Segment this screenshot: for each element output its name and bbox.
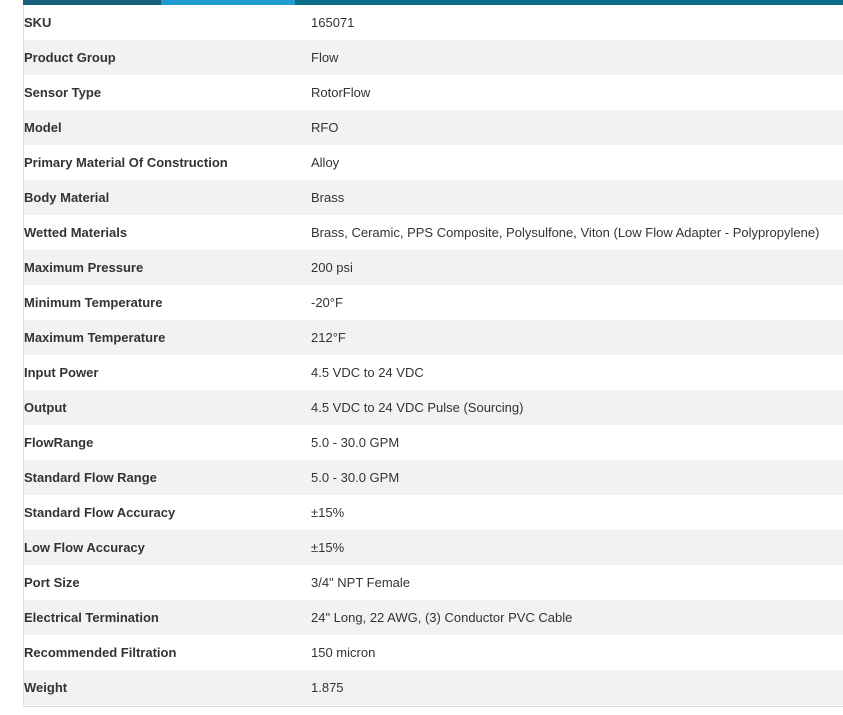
spec-row-output: Output 4.5 VDC to 24 VDC Pulse (Sourcing… bbox=[24, 390, 843, 425]
spec-row-input-power: Input Power 4.5 VDC to 24 VDC bbox=[24, 355, 843, 390]
spec-row-maximum-pressure: Maximum Pressure 200 psi bbox=[24, 250, 843, 285]
spec-row-standard-flow-range: Standard Flow Range 5.0 - 30.0 GPM bbox=[24, 460, 843, 495]
spec-row-minimum-temperature: Minimum Temperature -20°F bbox=[24, 285, 843, 320]
specifications-panel: SKU 165071 Product Group Flow Sensor Typ… bbox=[23, 5, 843, 705]
spec-label: Input Power bbox=[24, 355, 311, 390]
spec-row-wetted-materials: Wetted Materials Brass, Ceramic, PPS Com… bbox=[24, 215, 843, 250]
spec-value: RotorFlow bbox=[311, 75, 843, 110]
spec-label: Minimum Temperature bbox=[24, 285, 311, 320]
spec-row-electrical-termination: Electrical Termination 24" Long, 22 AWG,… bbox=[24, 600, 843, 635]
spec-label: Standard Flow Accuracy bbox=[24, 495, 311, 530]
spec-label: Low Flow Accuracy bbox=[24, 530, 311, 565]
spec-row-body-material: Body Material Brass bbox=[24, 180, 843, 215]
spec-row-sku: SKU 165071 bbox=[24, 5, 843, 40]
spec-value: Brass, Ceramic, PPS Composite, Polysulfo… bbox=[311, 215, 843, 250]
spec-value: 5.0 - 30.0 GPM bbox=[311, 425, 843, 460]
spec-row-primary-material: Primary Material Of Construction Alloy bbox=[24, 145, 843, 180]
spec-label: Standard Flow Range bbox=[24, 460, 311, 495]
spec-row-recommended-filtration: Recommended Filtration 150 micron bbox=[24, 635, 843, 670]
spec-value: 200 psi bbox=[311, 250, 843, 285]
spec-label: FlowRange bbox=[24, 425, 311, 460]
spec-label: Maximum Pressure bbox=[24, 250, 311, 285]
spec-value: 165071 bbox=[311, 5, 843, 40]
spec-row-product-group: Product Group Flow bbox=[24, 40, 843, 75]
spec-value: 150 micron bbox=[311, 635, 843, 670]
table-bottom-divider bbox=[23, 706, 843, 707]
spec-value: 3/4" NPT Female bbox=[311, 565, 843, 600]
spec-value: RFO bbox=[311, 110, 843, 145]
spec-row-low-flow-accuracy: Low Flow Accuracy ±15% bbox=[24, 530, 843, 565]
specifications-table-body: SKU 165071 Product Group Flow Sensor Typ… bbox=[24, 5, 843, 705]
spec-value: Brass bbox=[311, 180, 843, 215]
spec-value: 4.5 VDC to 24 VDC Pulse (Sourcing) bbox=[311, 390, 843, 425]
spec-label: Maximum Temperature bbox=[24, 320, 311, 355]
spec-label: Weight bbox=[24, 670, 311, 705]
spec-label: Port Size bbox=[24, 565, 311, 600]
spec-label: SKU bbox=[24, 5, 311, 40]
spec-label: Product Group bbox=[24, 40, 311, 75]
spec-label: Recommended Filtration bbox=[24, 635, 311, 670]
spec-label: Primary Material Of Construction bbox=[24, 145, 311, 180]
spec-value: 5.0 - 30.0 GPM bbox=[311, 460, 843, 495]
spec-label: Electrical Termination bbox=[24, 600, 311, 635]
spec-label: Sensor Type bbox=[24, 75, 311, 110]
spec-value: 1.875 bbox=[311, 670, 843, 705]
spec-value: ±15% bbox=[311, 495, 843, 530]
spec-value: 212°F bbox=[311, 320, 843, 355]
spec-row-weight: Weight 1.875 bbox=[24, 670, 843, 705]
spec-value: ±15% bbox=[311, 530, 843, 565]
spec-label: Output bbox=[24, 390, 311, 425]
spec-row-model: Model RFO bbox=[24, 110, 843, 145]
spec-value: 24" Long, 22 AWG, (3) Conductor PVC Cabl… bbox=[311, 600, 843, 635]
spec-row-maximum-temperature: Maximum Temperature 212°F bbox=[24, 320, 843, 355]
spec-value: -20°F bbox=[311, 285, 843, 320]
spec-row-flowrange: FlowRange 5.0 - 30.0 GPM bbox=[24, 425, 843, 460]
spec-value: Alloy bbox=[311, 145, 843, 180]
specifications-table: SKU 165071 Product Group Flow Sensor Typ… bbox=[24, 5, 843, 705]
spec-value: 4.5 VDC to 24 VDC bbox=[311, 355, 843, 390]
spec-row-port-size: Port Size 3/4" NPT Female bbox=[24, 565, 843, 600]
spec-row-standard-flow-accuracy: Standard Flow Accuracy ±15% bbox=[24, 495, 843, 530]
spec-label: Wetted Materials bbox=[24, 215, 311, 250]
spec-label: Model bbox=[24, 110, 311, 145]
spec-row-sensor-type: Sensor Type RotorFlow bbox=[24, 75, 843, 110]
spec-label: Body Material bbox=[24, 180, 311, 215]
spec-value: Flow bbox=[311, 40, 843, 75]
